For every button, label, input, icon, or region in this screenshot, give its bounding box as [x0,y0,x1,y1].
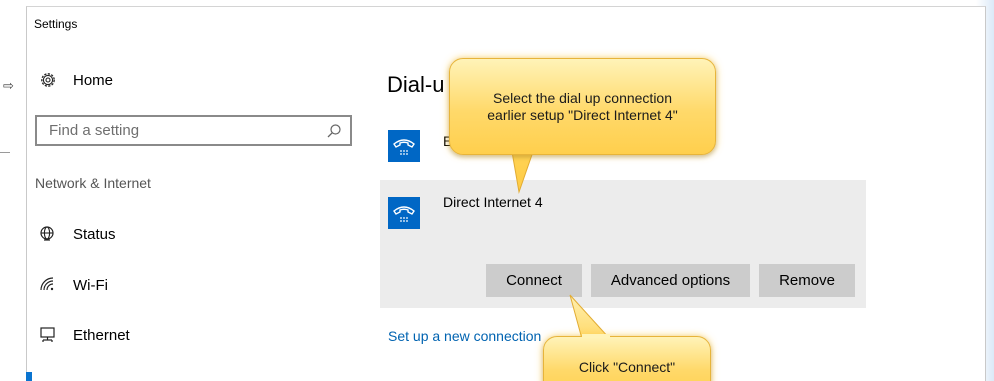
divider [0,152,10,153]
setup-new-connection-link[interactable]: Set up a new connection [388,328,541,344]
instruction-callout: Select the dial up connection earlier se… [449,58,716,155]
section-label: Network & Internet [35,175,151,191]
wifi-icon [38,275,58,295]
connection-name[interactable]: Direct Internet 4 [443,194,543,210]
callout-line: earlier setup "Direct Internet 4" [487,106,678,123]
arrow-right-icon: ⇨ [3,78,14,93]
search-placeholder: Find a setting [49,122,140,139]
sidebar-item-ethernet[interactable]: Ethernet [38,325,130,345]
search-input[interactable]: Find a setting [35,115,352,146]
globe-icon [38,224,58,244]
callout-tail-joint [582,334,610,338]
sidebar-item-status[interactable]: Status [38,224,116,244]
callout-line: Select the dial up connection [492,89,672,106]
sidebar-home-label: Home [73,71,114,89]
sidebar-item-wifi[interactable]: Wi-Fi [38,275,108,295]
gear-icon [38,70,58,90]
callout-text: Click "Connect" [578,358,676,375]
page-title: Dial-u [387,72,445,97]
search-icon[interactable] [326,123,342,139]
dialup-phone-icon[interactable] [388,130,420,162]
active-indicator [26,372,32,381]
sidebar-item-wifi-label: Wi-Fi [73,276,108,294]
window-title: Settings [34,17,78,31]
ethernet-icon [38,325,58,345]
instruction-callout: Click "Connect" [543,336,711,381]
sidebar-item-status-label: Status [73,225,116,243]
screenshot-frame: ⇨ Settings Home Find a setting Network &… [0,0,994,381]
sidebar-home[interactable]: Home [38,70,113,90]
remove-button[interactable]: Remove [759,264,855,297]
dialup-phone-icon[interactable] [388,197,420,229]
callout-tail-joint [512,150,534,154]
sidebar-item-ethernet-label: Ethernet [73,326,130,344]
